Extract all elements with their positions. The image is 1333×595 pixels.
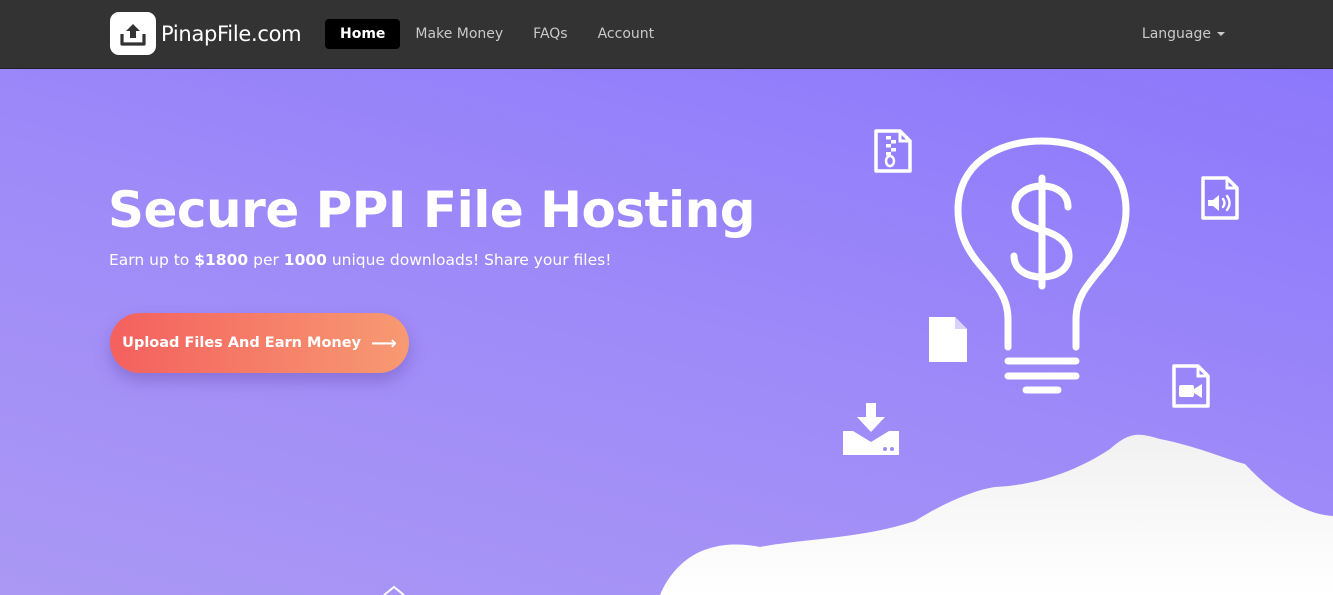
subtitle-amount: $1800 <box>194 251 249 269</box>
nav-account[interactable]: Account <box>583 19 670 49</box>
cta-label: Upload Files And Earn Money <box>122 335 362 351</box>
caret-down-icon <box>1217 32 1225 36</box>
nav-faqs[interactable]: FAQs <box>518 19 582 49</box>
video-file-icon <box>1172 364 1210 408</box>
brand-logo[interactable]: PinapFile.com <box>110 12 302 55</box>
language-dropdown[interactable]: Language <box>1142 19 1225 49</box>
upload-earn-button[interactable]: Upload Files And Earn Money ⟶ <box>110 313 409 373</box>
subtitle-middle: per <box>248 251 284 269</box>
download-drive-icon <box>843 403 899 455</box>
brand-name: PinapFile.com <box>161 21 302 46</box>
zip-file-icon <box>874 129 912 173</box>
audio-file-icon <box>1201 176 1239 220</box>
main-nav: Home Make Money FAQs Account <box>325 19 669 49</box>
upload-box-icon <box>110 12 156 55</box>
document-file-icon <box>929 317 967 362</box>
hero-subtitle: Earn up to $1800 per 1000 unique downloa… <box>109 251 611 269</box>
hero-title: Secure PPI File Hosting <box>108 181 756 239</box>
cloud-shape <box>660 434 1333 595</box>
top-navbar: PinapFile.com Home Make Money FAQs Accou… <box>0 0 1333 69</box>
nav-home[interactable]: Home <box>325 19 401 49</box>
subtitle-count: 1000 <box>283 251 327 269</box>
subtitle-prefix: Earn up to <box>109 251 195 269</box>
partial-outline-icon <box>383 585 405 595</box>
dollar-lightbulb-icon <box>954 137 1130 394</box>
arrow-right-icon: ⟶ <box>371 332 397 354</box>
hero-section: Secure PPI File Hosting Earn up to $1800… <box>0 69 1333 595</box>
language-label: Language <box>1141 26 1211 42</box>
subtitle-suffix: unique downloads! Share your files! <box>326 251 612 269</box>
nav-make-money[interactable]: Make Money <box>400 19 518 49</box>
